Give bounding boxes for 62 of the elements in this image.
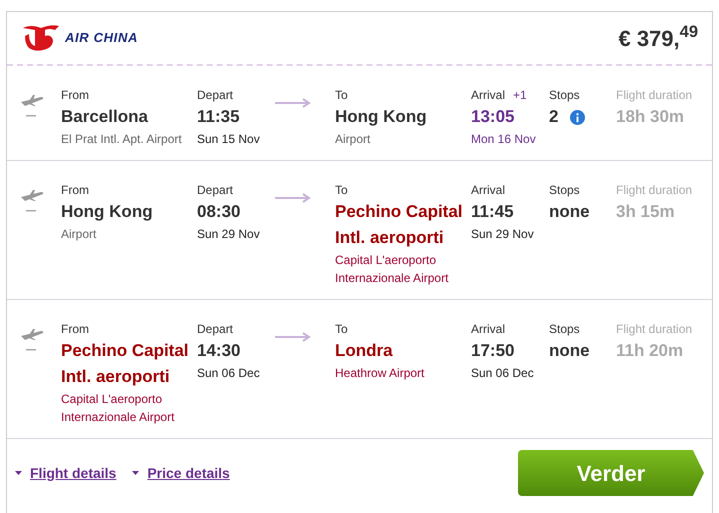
to-label: To (335, 182, 348, 199)
arrival-time: 11:45 (471, 201, 514, 223)
airline-name: AIR CHINA (65, 29, 138, 48)
from-label: From (61, 321, 89, 338)
from-label: From (61, 182, 89, 199)
destination-airport: Airport (335, 131, 370, 148)
flight-duration: 11h 20m (616, 340, 684, 362)
arrow-icon (275, 193, 311, 203)
depart-label: Depart (197, 321, 234, 338)
depart-date: Sun 15 Nov (197, 131, 260, 148)
depart-date: Sun 29 Nov (197, 226, 260, 243)
day-offset: +1 (513, 87, 527, 104)
arrival-label: Arrival (471, 182, 506, 199)
origin-airport: Airport (61, 226, 96, 243)
depart-time: 08:30 (197, 201, 240, 223)
to-label: To (335, 321, 348, 338)
from-label: From (61, 87, 89, 104)
origin-city: Pechino Capital Intl. aeroporti (61, 340, 190, 388)
depart-time: 14:30 (197, 340, 240, 362)
arrival-time: 17:50 (471, 340, 514, 362)
stops-label: Stops (549, 321, 580, 338)
caret-icon (132, 470, 140, 476)
arrival-date: Mon 16 Nov (471, 131, 536, 148)
stops-count: none (549, 340, 590, 362)
to-label: To (335, 87, 348, 104)
arrival-date: Sun 29 Nov (471, 226, 534, 243)
total-price: € 379,$^{49}$ (618, 22, 698, 52)
arrival-label: Arrival (471, 321, 506, 338)
stops-label: Stops (549, 182, 580, 199)
airplane-icon (19, 328, 45, 352)
stops-count: 2 (549, 106, 558, 128)
arrow-icon (275, 332, 311, 342)
info-icon[interactable] (570, 110, 586, 124)
airplane-icon (19, 94, 45, 118)
destination-city: Hong Kong (335, 106, 427, 128)
depart-label: Depart (197, 87, 234, 104)
destination-airport: Capital L'aeroporto Internazionale Airport (335, 252, 450, 287)
duration-label: Flight duration (616, 321, 692, 338)
origin-city: Hong Kong (61, 201, 153, 223)
caret-icon (15, 470, 22, 476)
duration-label: Flight duration (616, 182, 692, 199)
details-link[interactable]: Flight details (15, 462, 116, 484)
depart-label: Depart (197, 182, 234, 199)
airplane-icon (19, 189, 45, 213)
duration-label: Flight duration (616, 87, 692, 104)
origin-city: Barcellona (61, 106, 148, 128)
details-link[interactable]: Price details (132, 462, 230, 484)
stops-count: none (549, 201, 590, 223)
flight-duration: 18h 30m (616, 106, 684, 128)
arrival-label: Arrival (471, 87, 506, 104)
depart-time: 11:35 (197, 106, 240, 128)
arrival-date: Sun 06 Dec (471, 365, 534, 382)
destination-city: Londra (335, 340, 393, 362)
flight-duration: 3h 15m (616, 201, 675, 223)
stops-label: Stops (549, 87, 580, 104)
destination-city: Pechino Capital Intl. aeroporti (335, 201, 464, 249)
arrival-time: 13:05 (471, 106, 514, 128)
depart-date: Sun 06 Dec (197, 365, 260, 382)
origin-airport: El Prat Intl. Apt. Airport (61, 131, 182, 148)
arrow-icon (275, 98, 311, 108)
destination-airport: Heathrow Airport (335, 365, 424, 382)
origin-airport: Capital L'aeroporto Internazionale Airport (61, 391, 176, 426)
